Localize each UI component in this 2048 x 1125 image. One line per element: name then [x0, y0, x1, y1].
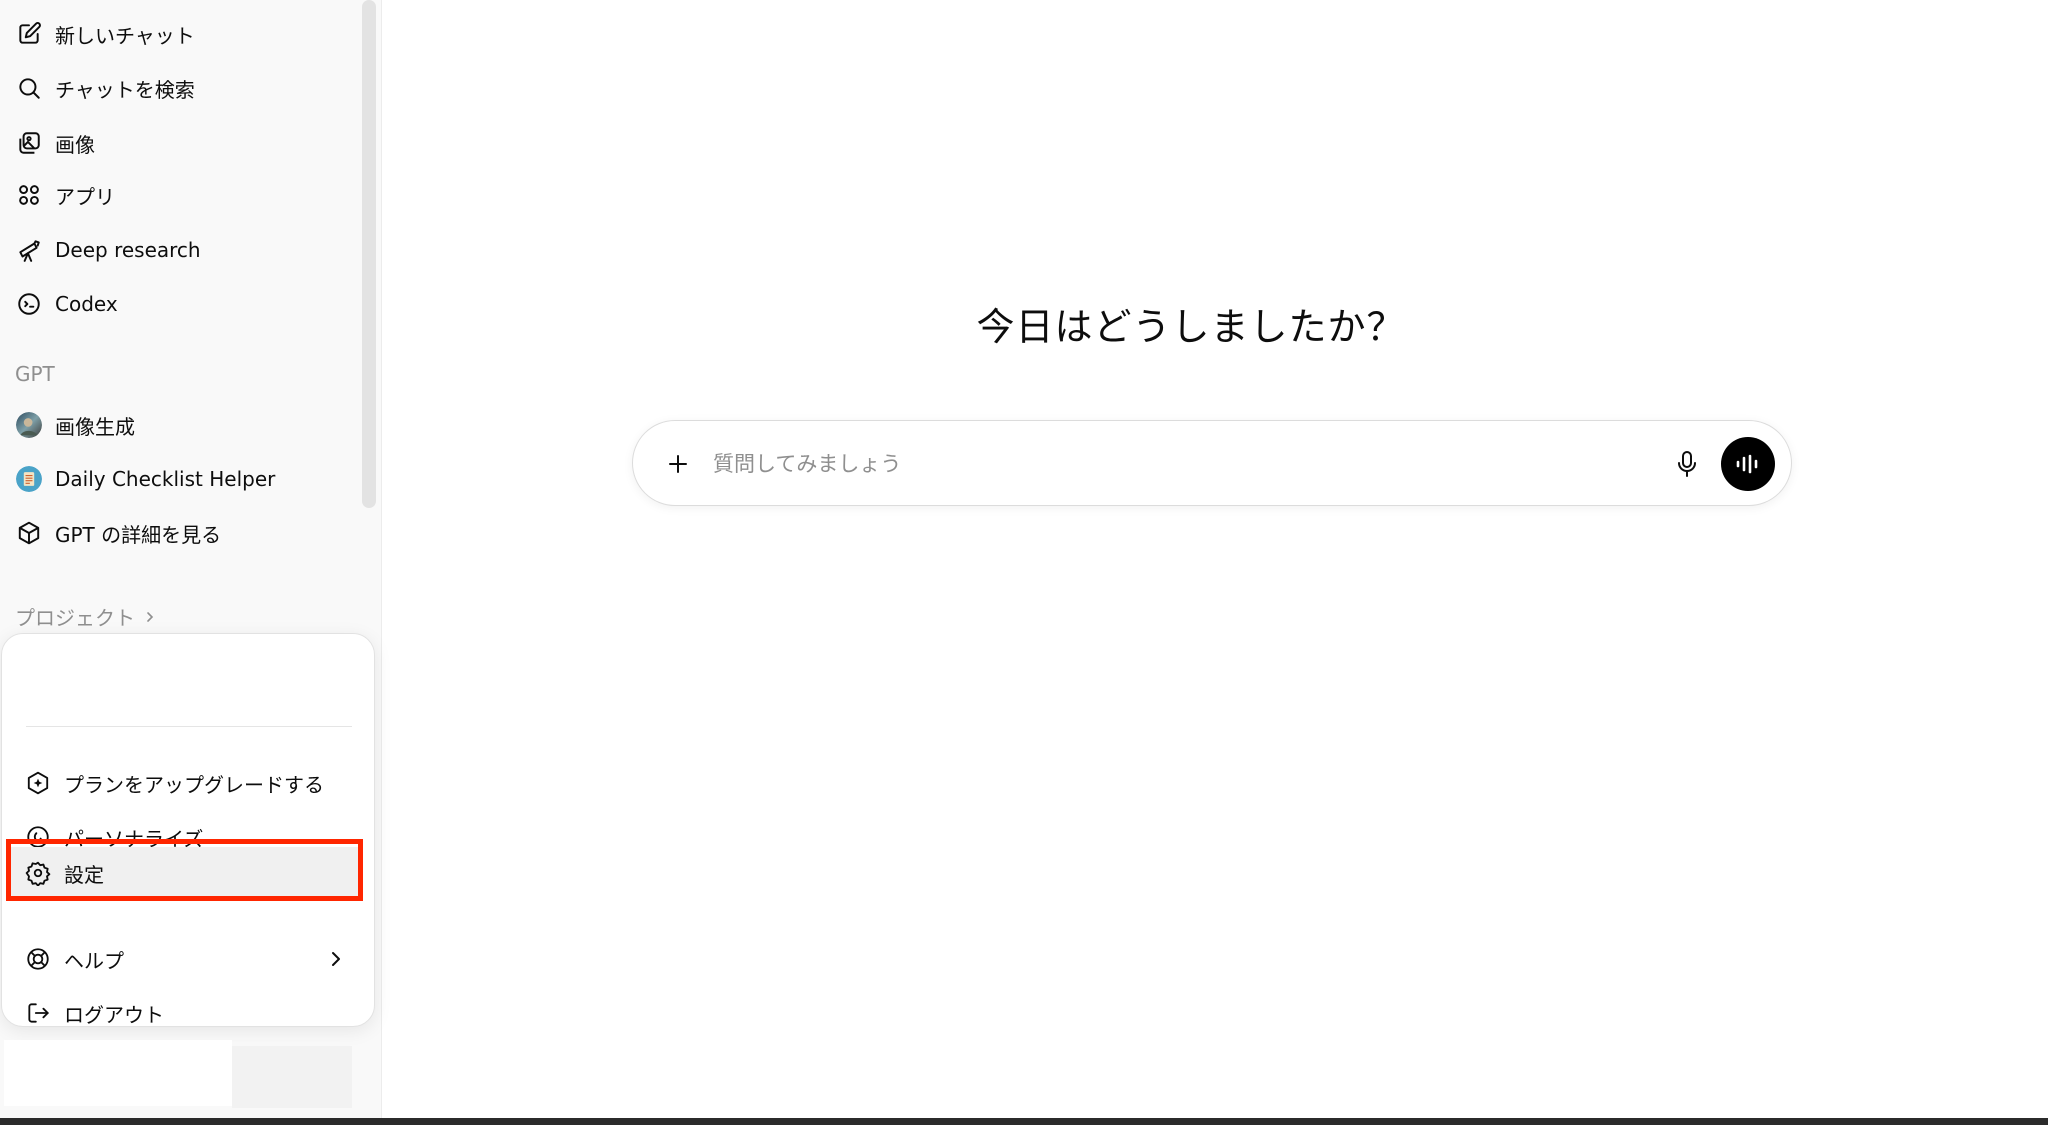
- telescope-icon: [15, 236, 43, 264]
- menu-divider: [26, 726, 352, 727]
- images-icon: [15, 129, 43, 157]
- sidebar-item-label: 画像: [55, 132, 95, 157]
- page-title: 今日はどうしましたか？: [976, 305, 1406, 349]
- plus-icon: [669, 455, 687, 473]
- dictate-button[interactable]: [1669, 445, 1705, 483]
- gear-icon: [24, 859, 52, 887]
- upgrade-icon: [24, 769, 52, 797]
- chevron-right-icon: [147, 611, 154, 622]
- sidebar-item-apps[interactable]: アプリ: [15, 175, 115, 215]
- menu-item-settings[interactable]: 設定: [11, 847, 363, 899]
- menu-item-logout[interactable]: ログアウト: [24, 990, 360, 1036]
- menu-item-label: ヘルプ: [64, 948, 124, 973]
- account-area-strip: [232, 1046, 352, 1108]
- sidebar-item-images[interactable]: 画像: [15, 123, 95, 163]
- menu-item-label: プランをアップグレードする: [64, 772, 324, 797]
- microphone-icon: [1678, 451, 1696, 477]
- voice-waveform-icon: [1736, 454, 1758, 474]
- sidebar-item-label: 画像生成: [55, 414, 135, 439]
- projects-label: プロジェクト: [15, 606, 135, 630]
- menu-item-label: ログアウト: [64, 1002, 164, 1027]
- new-chat-icon: [15, 20, 43, 48]
- chevron-right-icon: [332, 952, 340, 966]
- apps-icon: [15, 181, 43, 209]
- cube-icon: [15, 519, 43, 547]
- composer: [632, 420, 1792, 506]
- sidebar-item-label: チャットを検索: [55, 77, 195, 102]
- search-icon: [15, 74, 43, 102]
- lifebuoy-icon: [24, 945, 52, 973]
- menu-item-help[interactable]: ヘルプ: [24, 936, 360, 982]
- projects-section-label[interactable]: プロジェクト: [15, 602, 157, 631]
- sidebar-item-new-chat[interactable]: 新しいチャット: [15, 14, 195, 54]
- account-area[interactable]: [4, 1040, 232, 1106]
- attach-button[interactable]: [661, 447, 695, 481]
- sidebar-item-search[interactable]: チャットを検索: [15, 68, 195, 108]
- sidebar-item-deep-research[interactable]: Deep research: [15, 230, 201, 270]
- screen-bottom-edge: [0, 1118, 2048, 1125]
- voice-mode-button[interactable]: [1721, 437, 1775, 491]
- menu-item-label: 設定: [64, 862, 104, 887]
- prompt-input[interactable]: [713, 441, 1613, 487]
- sidebar-scrollbar[interactable]: [362, 0, 376, 508]
- account-menu: プランをアップグレードする パーソナライズ 設定 ヘルプ ログアウト: [1, 633, 375, 1027]
- sidebar-item-daily-checklist[interactable]: Daily Checklist Helper: [15, 459, 275, 499]
- sidebar-item-label: Deep research: [55, 238, 201, 262]
- image-gen-avatar: [15, 411, 43, 439]
- gpt-section-label: GPT: [15, 362, 55, 386]
- menu-item-upgrade-plan[interactable]: プランをアップグレードする: [24, 760, 360, 806]
- sidebar-item-label: 新しいチャット: [55, 23, 195, 48]
- sidebar-item-explore-gpts[interactable]: GPT の詳細を見る: [15, 513, 221, 553]
- sidebar-item-label: Daily Checklist Helper: [55, 467, 276, 491]
- sidebar-item-label: アプリ: [55, 184, 115, 209]
- logout-icon: [24, 999, 52, 1027]
- checklist-avatar: [15, 465, 43, 493]
- sidebar-item-label: GPT の詳細を見る: [55, 522, 222, 547]
- sidebar-item-image-gen[interactable]: 画像生成: [15, 405, 135, 445]
